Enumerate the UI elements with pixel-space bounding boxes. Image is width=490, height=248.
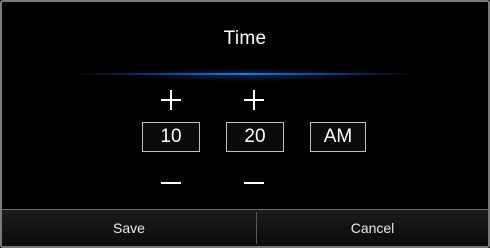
hour-field[interactable]: 10 xyxy=(142,122,200,152)
hour-decrease-minus-icon[interactable] xyxy=(161,182,181,184)
minute-decrease-minus-icon[interactable] xyxy=(244,182,264,184)
cancel-button[interactable]: Cancel xyxy=(257,210,488,246)
save-button[interactable]: Save xyxy=(2,210,256,246)
title-divider-glow xyxy=(122,68,368,82)
dialog-title: Time xyxy=(223,28,267,49)
title-divider xyxy=(72,73,418,75)
dialog-footer: Save Cancel xyxy=(2,210,488,246)
hour-increase-plus-icon[interactable] xyxy=(161,90,181,110)
time-picker-dialog: Time 10 20 AM Save Cancel xyxy=(0,0,490,248)
minute-increase-plus-icon[interactable] xyxy=(244,90,264,110)
period-toggle[interactable]: AM xyxy=(310,122,366,152)
minute-field[interactable]: 20 xyxy=(226,122,284,152)
